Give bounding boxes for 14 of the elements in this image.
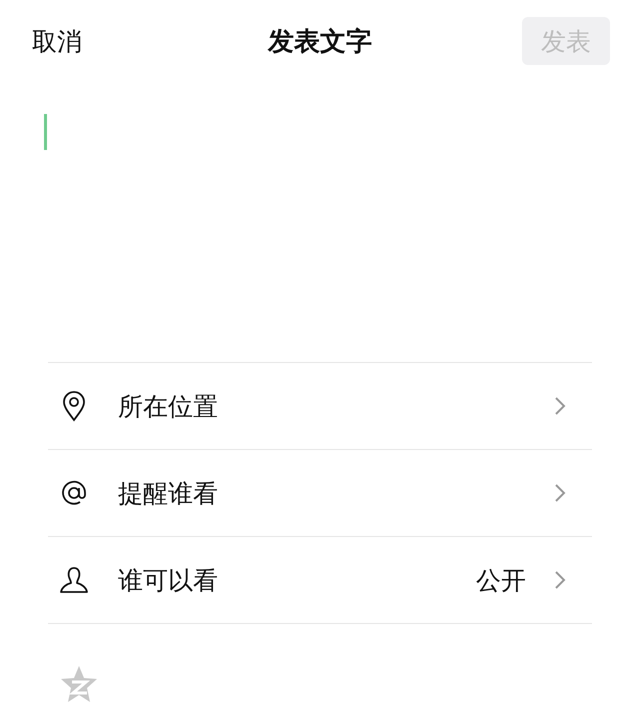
option-value: 公开 <box>476 564 526 596</box>
option-label: 谁可以看 <box>118 564 219 596</box>
option-row[interactable]: 提醒谁看 <box>48 450 592 537</box>
option-row[interactable]: 谁可以看 公开 <box>48 537 592 624</box>
option-label: 所在位置 <box>118 390 219 422</box>
page-title: 发表文字 <box>268 26 372 58</box>
chevron-right-icon <box>554 483 566 503</box>
chevron-right-icon <box>554 570 566 590</box>
option-row[interactable]: 所在位置 <box>48 363 592 450</box>
person-icon <box>58 564 90 596</box>
chevron-right-icon <box>554 396 566 416</box>
option-label: 提醒谁看 <box>118 478 219 510</box>
star-z-icon[interactable] <box>59 664 99 704</box>
cancel-link[interactable]: 取消 <box>32 24 82 58</box>
